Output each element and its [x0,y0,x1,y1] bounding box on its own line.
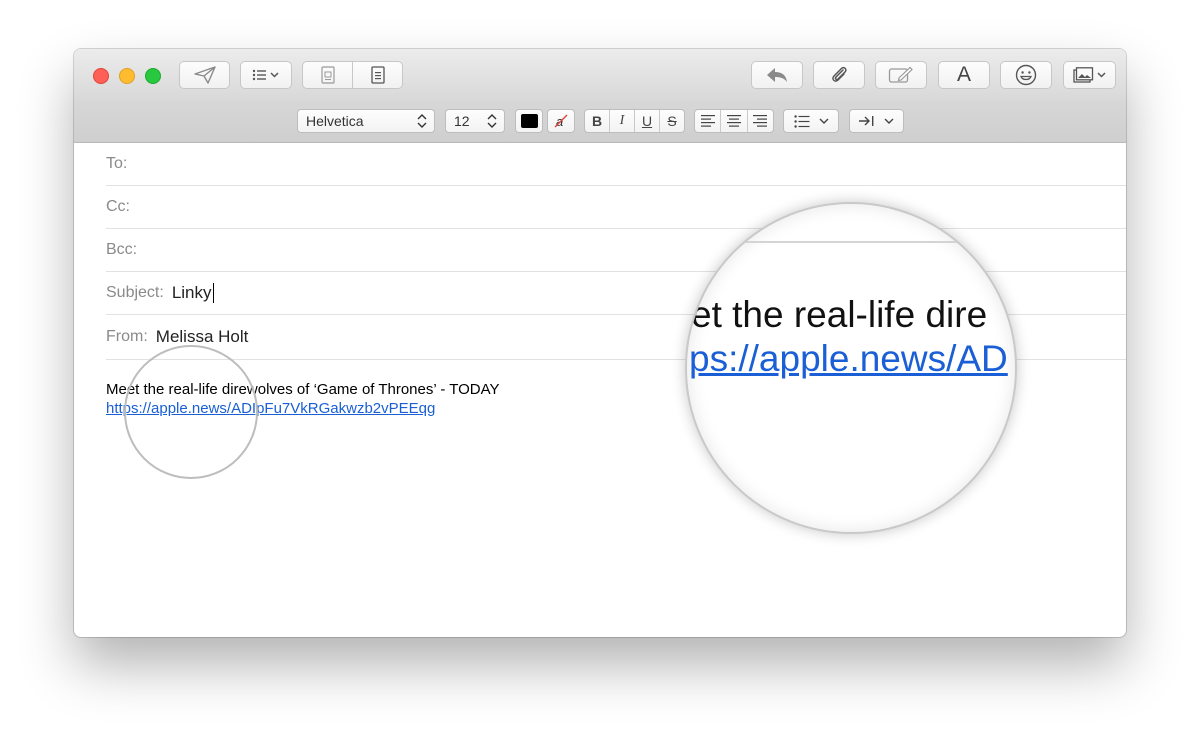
background-color-icon: a [554,114,568,129]
font-size-select[interactable]: 12 [445,109,505,133]
font-family-select[interactable]: Helvetica [297,109,435,133]
photo-browser-button[interactable] [1063,61,1116,89]
align-right-button[interactable] [746,110,773,132]
indent-select[interactable] [849,109,904,133]
stepper-chevrons-icon [417,114,427,128]
emoji-icon [1015,64,1037,86]
reply-button[interactable] [751,61,803,89]
cc-label: Cc: [106,198,130,215]
header-fields-icon [252,69,279,81]
to-label: To: [106,155,128,172]
magnifier-lens: et the real-life dire ps://apple.news/AD [685,202,1017,534]
stepper-chevrons-icon [487,114,497,128]
alignment-group [694,109,774,133]
stationery-icon [370,66,385,84]
reply-icon [767,68,787,82]
to-field[interactable]: To: [106,143,1126,186]
chevron-down-icon [819,118,828,124]
title-bar: A [74,49,1126,101]
magnified-divider [687,241,1015,243]
format-bar: Helvetica 12 a B I U S [74,101,1126,143]
from-label: From: [106,328,148,345]
align-left-icon [700,115,715,127]
align-center-button[interactable] [720,110,746,132]
from-value[interactable]: Melissa Holt [156,327,249,347]
attach-button[interactable] [813,61,865,89]
underline-button[interactable]: U [634,110,659,132]
font-size-value: 12 [454,113,470,129]
align-center-icon [726,115,741,127]
strikethrough-button[interactable]: S [659,110,684,132]
attachments-button[interactable] [303,62,352,88]
zoom-button[interactable] [145,68,161,84]
list-style-select[interactable] [783,109,839,133]
subject-label: Subject: [106,284,164,301]
attachments-icon [320,66,335,84]
attach-icon [832,66,847,82]
indent-icon [859,116,874,126]
send-button[interactable] [179,61,230,89]
bcc-label: Bcc: [106,241,138,258]
send-icon [193,66,216,84]
text-color-swatch [520,114,538,128]
minimize-button[interactable] [119,68,135,84]
text-style-group: B I U S [584,109,685,133]
fonts-button[interactable]: A [938,61,990,89]
emoji-button[interactable] [1000,61,1052,89]
photo-browser-icon [1072,67,1106,83]
italic-button[interactable]: I [609,110,634,132]
subject-value[interactable]: Linky [172,283,212,303]
bullet-list-icon [793,114,809,128]
stationery-button[interactable] [352,62,402,88]
cc-field[interactable]: Cc: [106,186,1126,229]
markup-button[interactable] [875,61,927,89]
header-fields-button[interactable] [240,61,292,89]
magnified-link: ps://apple.news/AD [689,338,1008,379]
markup-icon [888,66,913,83]
align-left-button[interactable] [695,110,720,132]
bold-button[interactable]: B [585,110,609,132]
text-color-button[interactable] [515,109,543,133]
attachments-stationery-group [302,61,403,89]
background-color-button[interactable]: a [547,109,575,133]
magnified-text: et the real-life dire [691,294,988,335]
close-button[interactable] [93,68,109,84]
align-right-icon [753,115,768,127]
fonts-icon: A [956,63,971,86]
magnifier-focus-ring [124,345,258,479]
text-caret [212,283,214,303]
chevron-down-icon [884,118,894,124]
font-family-value: Helvetica [306,113,364,129]
